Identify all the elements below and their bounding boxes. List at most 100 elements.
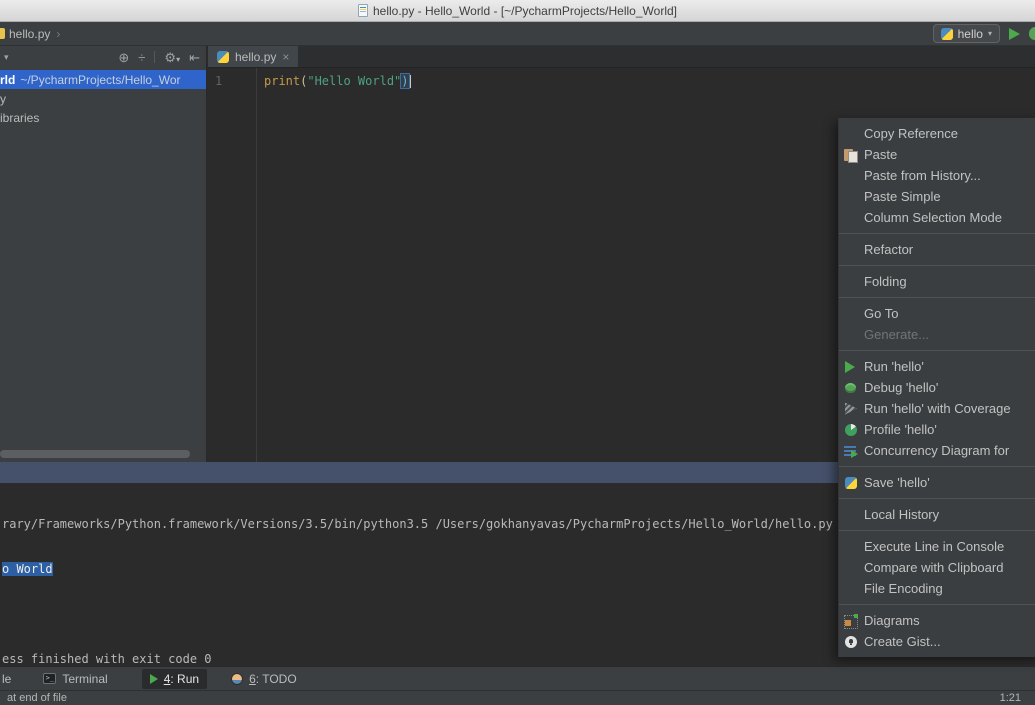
diagrams-icon <box>843 614 858 628</box>
file-icon <box>0 28 5 39</box>
code-line-1[interactable]: print("Hello World") <box>264 74 411 88</box>
menu-item[interactable]: Save 'hello' <box>839 472 1035 493</box>
menu-item-label: Run 'hello' with Coverage <box>864 401 1011 416</box>
menu-item[interactable]: Compare with Clipboard <box>839 557 1035 578</box>
menu-separator <box>839 530 1035 531</box>
menu-item[interactable]: Create Gist... <box>839 631 1035 652</box>
project-panel: ▾ ⊕ ÷ ⚙▾ ⇤ rld ~/PycharmProjects/Hello_W… <box>0 46 207 462</box>
menu-item-label: Create Gist... <box>864 634 941 649</box>
python-icon <box>217 51 229 63</box>
project-name: rld <box>0 73 15 87</box>
document-proxy-icon <box>358 4 368 17</box>
menu-item[interactable]: Paste Simple <box>839 186 1035 207</box>
menu-item[interactable]: Local History <box>839 504 1035 525</box>
menu-item[interactable]: Paste <box>839 144 1035 165</box>
tree-row-project-root[interactable]: rld ~/PycharmProjects/Hello_Wor <box>0 70 206 89</box>
menu-item-label: Column Selection Mode <box>864 210 1002 225</box>
close-icon[interactable]: × <box>282 50 289 64</box>
panel-dropdown-icon[interactable]: ▾ <box>4 52 9 63</box>
run-button[interactable] <box>1009 28 1020 40</box>
menu-item-icon-placeholder <box>843 561 858 575</box>
title-bar[interactable]: hello.py - Hello_World - [~/PycharmProje… <box>0 0 1035 22</box>
menu-item-label: Debug 'hello' <box>864 380 938 395</box>
menu-item[interactable]: Column Selection Mode <box>839 207 1035 228</box>
gear-icon[interactable]: ⚙▾ <box>164 51 180 64</box>
github-icon <box>843 635 858 649</box>
collapse-all-icon[interactable]: ÷ <box>138 51 145 64</box>
toolwindow-tab-run[interactable]: 4: Run <box>142 669 207 689</box>
menu-item-label: Paste Simple <box>864 189 941 204</box>
tree-row-file[interactable]: y <box>0 89 206 108</box>
editor-tab-label: hello.py <box>235 50 276 64</box>
menu-item[interactable]: Profile 'hello' <box>839 419 1035 440</box>
status-bar: at end of file 1:21 <box>0 690 1035 705</box>
hide-panel-icon[interactable]: ⇤ <box>189 51 200 64</box>
project-tree: rld ~/PycharmProjects/Hello_Wor y ibrari… <box>0 70 206 127</box>
concurrency-icon <box>843 444 858 458</box>
menu-item[interactable]: Folding <box>839 271 1035 292</box>
selected-output-text: o World <box>2 562 53 576</box>
toolwindow-tab-todo[interactable]: 6: TODO <box>223 669 305 689</box>
status-message: at end of file <box>0 692 67 704</box>
toolwindow-tab-clipped[interactable]: le <box>0 672 11 686</box>
menu-item-icon-placeholder <box>843 307 858 321</box>
menu-item-label: Save 'hello' <box>864 475 930 490</box>
tool-window-bar: le >_ Terminal 4: Run 6: TODO <box>0 666 1035 690</box>
menu-item-label: Refactor <box>864 242 913 257</box>
todo-icon <box>231 673 243 685</box>
python-icon <box>941 28 953 40</box>
menu-item[interactable]: Go To <box>839 303 1035 324</box>
token-print: print <box>264 74 300 88</box>
menu-item-label: Compare with Clipboard <box>864 560 1003 575</box>
debug-icon <box>843 381 858 395</box>
menu-item[interactable]: Diagrams <box>839 610 1035 631</box>
menu-separator <box>839 498 1035 499</box>
menu-item-label: Diagrams <box>864 613 920 628</box>
menu-item-label: Run 'hello' <box>864 359 924 374</box>
editor-gutter: 1 <box>208 68 257 462</box>
menu-item-icon-placeholder <box>843 328 858 342</box>
terminal-icon: >_ <box>43 673 56 684</box>
context-menu: Copy Reference PastePaste from History...… <box>838 118 1035 657</box>
window-title: hello.py - Hello_World - [~/PycharmProje… <box>373 4 677 18</box>
menu-item[interactable]: Concurrency Diagram for <box>839 440 1035 461</box>
editor-tab-bar: hello.py × <box>208 46 1035 68</box>
paste-icon <box>843 148 858 162</box>
menu-separator <box>839 604 1035 605</box>
line-number: 1 <box>215 74 222 88</box>
menu-item[interactable]: Copy Reference <box>839 123 1035 144</box>
debug-button[interactable] <box>1029 27 1035 40</box>
run-widget: hello ▾ <box>933 24 1035 43</box>
menu-item: Generate... <box>839 324 1035 345</box>
menu-item-icon-placeholder <box>843 508 858 522</box>
menu-item[interactable]: File Encoding <box>839 578 1035 599</box>
run-icon <box>150 674 158 684</box>
menu-item-icon-placeholder <box>843 190 858 204</box>
menu-item-label: Copy Reference <box>864 126 958 141</box>
tree-row-external-libraries[interactable]: ibraries <box>0 108 206 127</box>
menu-item[interactable]: Run 'hello' with Coverage <box>839 398 1035 419</box>
toolwindow-tab-terminal[interactable]: >_ Terminal <box>35 669 115 689</box>
editor-tab-hello-py[interactable]: hello.py × <box>208 46 298 67</box>
locate-icon[interactable]: ⊕ <box>118 51 129 64</box>
chevron-right-icon: › <box>56 27 60 41</box>
menu-item[interactable]: Paste from History... <box>839 165 1035 186</box>
menu-item[interactable]: Run 'hello' <box>839 356 1035 377</box>
menu-item[interactable]: Execute Line in Console <box>839 536 1035 557</box>
menu-item[interactable]: Refactor <box>839 239 1035 260</box>
caret-position[interactable]: 1:21 <box>1000 692 1035 704</box>
menu-item[interactable]: Debug 'hello' <box>839 377 1035 398</box>
menu-item-icon-placeholder <box>843 211 858 225</box>
navigation-bar: hello.py › hello ▾ <box>0 22 1035 46</box>
run-configuration-select[interactable]: hello ▾ <box>933 24 1000 43</box>
menu-item-icon-placeholder <box>843 582 858 596</box>
project-panel-toolbar: ▾ ⊕ ÷ ⚙▾ ⇤ <box>0 46 206 68</box>
breadcrumb[interactable]: hello.py <box>9 27 50 41</box>
chevron-down-icon: ▾ <box>988 29 992 38</box>
horizontal-scrollbar[interactable] <box>0 450 190 458</box>
menu-item-label: Folding <box>864 274 907 289</box>
menu-item-icon-placeholder <box>843 540 858 554</box>
menu-item-icon-placeholder <box>843 243 858 257</box>
menu-item-label: Execute Line in Console <box>864 539 1004 554</box>
pycharm-window: hello.py - Hello_World - [~/PycharmProje… <box>0 0 1035 705</box>
